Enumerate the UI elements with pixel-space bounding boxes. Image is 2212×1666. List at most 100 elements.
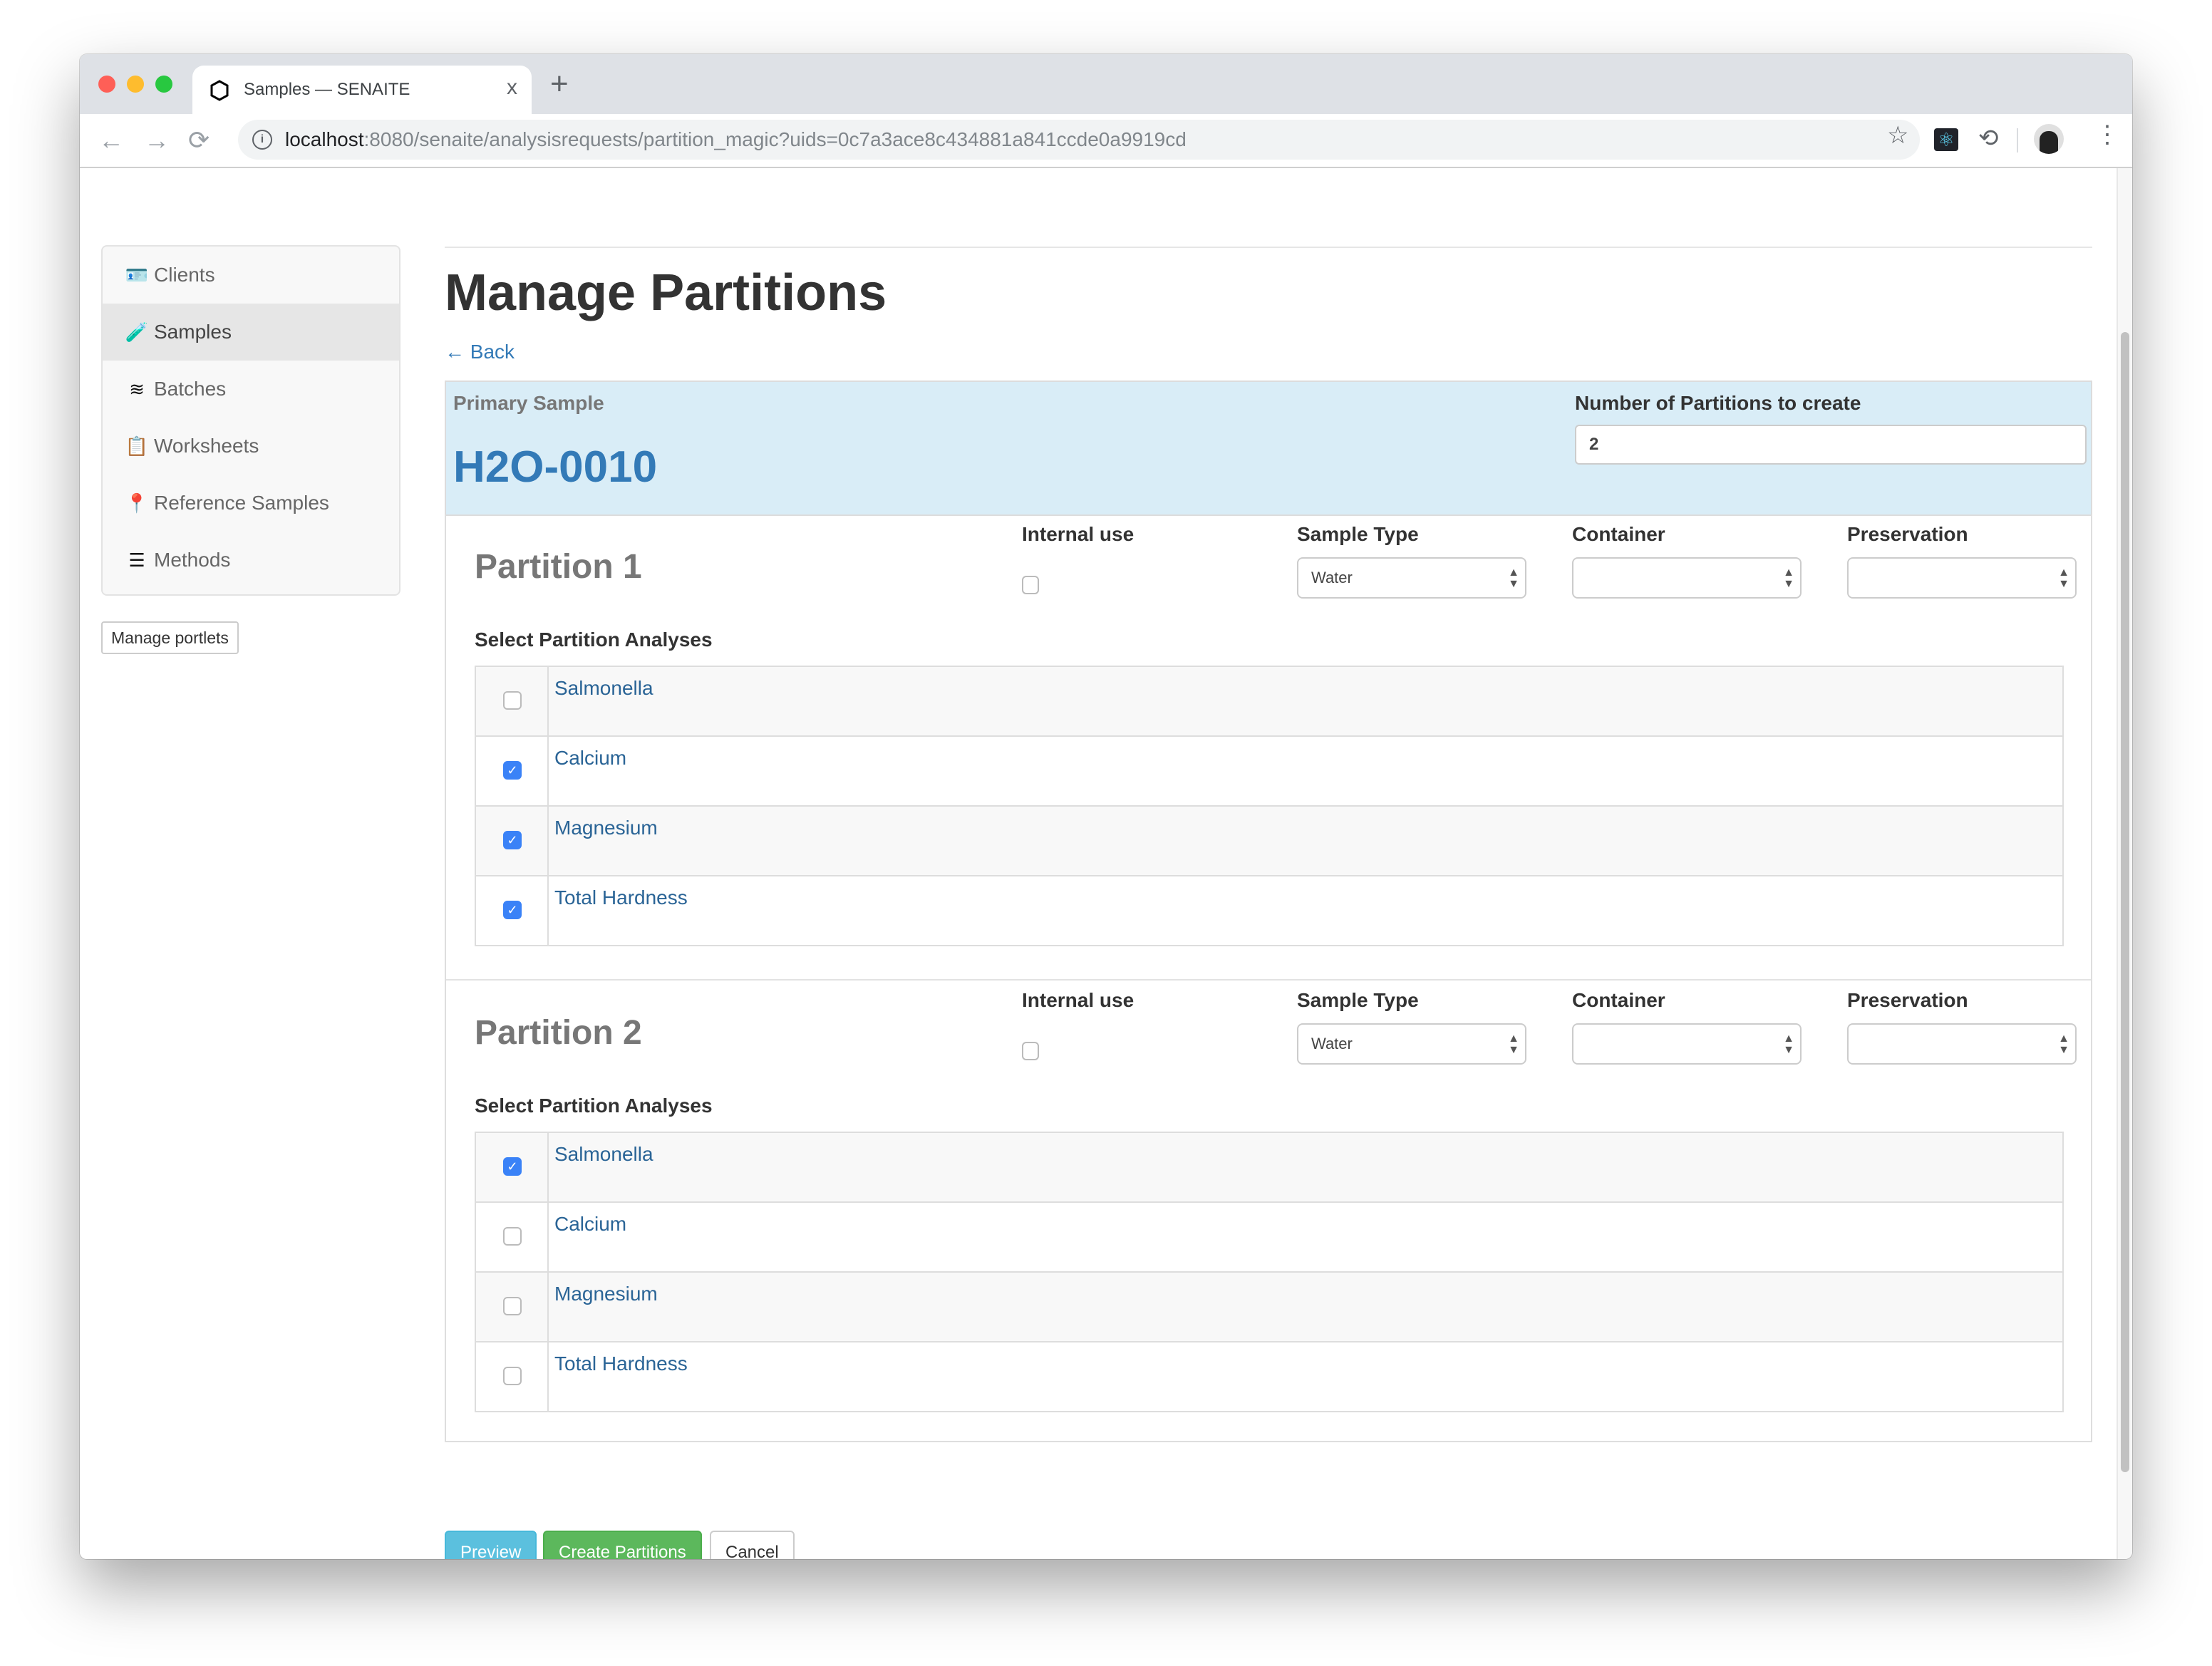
sidebar-item-worksheets[interactable]: 📋 Worksheets — [103, 418, 399, 475]
preservation-select[interactable]: ▲ ▼ — [1847, 1023, 2077, 1065]
internal-use-label: Internal use — [1022, 523, 1135, 545]
bookmark-star-icon[interactable]: ☆ — [1887, 121, 1908, 150]
analysis-row: Calcium — [476, 1203, 2062, 1273]
url-path: :8080/senaite/analysisrequests/partition… — [363, 128, 1187, 150]
analysis-name-link[interactable]: Total Hardness — [554, 1352, 688, 1375]
preview-button[interactable]: Preview — [445, 1531, 537, 1559]
profile-avatar[interactable] — [2034, 124, 2064, 154]
internal-use-checkbox[interactable] — [1022, 1042, 1039, 1060]
tab-title: Samples — SENAITE — [244, 80, 410, 99]
new-tab-button[interactable]: + — [550, 68, 569, 100]
cancel-button[interactable]: Cancel — [710, 1531, 795, 1559]
senaite-logo-icon — [210, 80, 229, 101]
select-arrows-icon: ▲ ▼ — [1783, 1033, 1794, 1056]
sidebar-item-label: Samples — [154, 321, 232, 343]
sidebar-item-methods[interactable]: ☰ Methods — [103, 532, 399, 589]
analysis-name-link[interactable]: Salmonella — [554, 1143, 653, 1166]
preservation-label: Preservation — [1847, 989, 1968, 1011]
maximize-window-button[interactable] — [155, 76, 172, 93]
select-arrows-icon: ▲ ▼ — [2058, 1033, 2069, 1056]
sidebar-item-label: Batches — [154, 378, 227, 400]
select-arrows-icon: ▲ ▼ — [1783, 566, 1794, 590]
analysis-checkbox[interactable]: ✓ — [503, 761, 522, 780]
partition-1: Partition 1 Internal use Sample Type Wat… — [446, 514, 2091, 978]
analysis-checkbox[interactable] — [503, 691, 522, 710]
sample-type-select[interactable]: Water ▲ ▼ — [1297, 557, 1526, 599]
num-partitions-input[interactable]: 2 — [1575, 425, 2087, 465]
analysis-checkbox[interactable]: ✓ — [503, 831, 522, 849]
select-analyses-label: Select Partition Analyses — [475, 628, 713, 651]
analysis-row: ✓ Total Hardness — [476, 876, 2062, 945]
sync-extension-icon[interactable]: ⟲ — [1978, 124, 1999, 152]
analysis-checkbox[interactable]: ✓ — [503, 1157, 522, 1176]
analysis-name-link[interactable]: Calcium — [554, 747, 626, 770]
back-link[interactable]: ← Back — [445, 341, 515, 363]
reload-icon[interactable]: ⟳ — [188, 125, 210, 155]
preservation-select[interactable]: ▲ ▼ — [1847, 557, 2077, 599]
sidebar-item-reference-samples[interactable]: 📍 Reference Samples — [103, 475, 399, 532]
sample-type-select[interactable]: Water ▲ ▼ — [1297, 1023, 1526, 1065]
site-info-icon[interactable]: i — [252, 130, 272, 150]
num-partitions-label: Number of Partitions to create — [1575, 392, 1861, 414]
analysis-name-link[interactable]: Salmonella — [554, 677, 653, 700]
analysis-row: ✓ Salmonella — [476, 1133, 2062, 1203]
browser-menu-icon[interactable]: ⋮ — [2095, 123, 2119, 147]
minimize-window-button[interactable] — [127, 76, 144, 93]
create-partitions-button[interactable]: Create Partitions — [543, 1531, 702, 1559]
preservation-label: Preservation — [1847, 523, 1968, 545]
analysis-row: Total Hardness — [476, 1342, 2062, 1411]
analysis-row: Magnesium — [476, 1273, 2062, 1342]
page-scrollbar[interactable] — [2117, 168, 2132, 1559]
partitions-container: Partition 1 Internal use Sample Type Wat… — [445, 514, 2092, 1442]
primary-sample-label: Primary Sample — [453, 392, 604, 414]
analysis-row: ✓ Calcium — [476, 737, 2062, 807]
analysis-name-link[interactable]: Magnesium — [554, 817, 658, 839]
analysis-name-link[interactable]: Calcium — [554, 1213, 626, 1236]
sidebar-item-label: Clients — [154, 264, 215, 286]
sidebar-nav: 🪪 Clients 🧪 Samples ≋ Batches 📋 Workshee… — [101, 245, 400, 596]
layers-icon: ≋ — [129, 378, 145, 400]
browser-tab[interactable]: Samples — SENAITE x — [192, 66, 532, 114]
toolbar-divider — [2017, 128, 2018, 152]
primary-sample-link[interactable]: H2O-0010 — [453, 442, 657, 492]
sidebar-item-samples[interactable]: 🧪 Samples — [103, 304, 399, 361]
container-select[interactable]: ▲ ▼ — [1572, 557, 1802, 599]
sample-type-label: Sample Type — [1297, 523, 1419, 545]
analysis-checkbox[interactable]: ✓ — [503, 901, 522, 919]
sidebar-item-label: Worksheets — [154, 435, 259, 457]
back-nav-icon[interactable]: ← — [98, 125, 124, 155]
page-title: Manage Partitions — [445, 264, 887, 321]
internal-use-label: Internal use — [1022, 989, 1135, 1011]
sidebar-item-batches[interactable]: ≋ Batches — [103, 361, 399, 418]
close-tab-icon[interactable]: x — [507, 76, 517, 100]
sample-type-value: Water — [1311, 1035, 1353, 1052]
scrollbar-thumb[interactable] — [2121, 332, 2129, 1472]
analysis-name-link[interactable]: Total Hardness — [554, 886, 688, 909]
browser-toolbar: ← → ⟳ i localhost:8080/senaite/analysisr… — [80, 114, 2132, 168]
test-tube-icon: 🧪 — [125, 321, 149, 343]
select-arrows-icon: ▲ ▼ — [1508, 566, 1519, 590]
close-window-button[interactable] — [98, 76, 115, 93]
primary-sample-panel: Primary Sample H2O-0010 Number of Partit… — [445, 381, 2092, 516]
sidebar-item-label: Methods — [154, 549, 231, 571]
analysis-checkbox[interactable] — [503, 1297, 522, 1315]
clipboard-clock-icon: 📋 — [125, 435, 149, 457]
id-card-icon: 🪪 — [125, 264, 149, 286]
partition-title: Partition 2 — [475, 1014, 642, 1052]
address-bar[interactable]: i localhost:8080/senaite/analysisrequest… — [238, 120, 1920, 160]
sample-type-label: Sample Type — [1297, 989, 1419, 1011]
forward-nav-icon[interactable]: → — [144, 125, 170, 155]
react-devtools-extension-icon[interactable]: ⚛ — [1934, 128, 1958, 151]
manage-portlets-button[interactable]: Manage portlets — [101, 621, 239, 654]
container-label: Container — [1572, 523, 1665, 545]
analyses-table: ✓ Salmonella Calcium Magnesium Total Hard… — [475, 1132, 2064, 1412]
analysis-name-link[interactable]: Magnesium — [554, 1283, 658, 1305]
analysis-checkbox[interactable] — [503, 1367, 522, 1385]
internal-use-checkbox[interactable] — [1022, 576, 1039, 594]
container-select[interactable]: ▲ ▼ — [1572, 1023, 1802, 1065]
page-content: 🪪 Clients 🧪 Samples ≋ Batches 📋 Workshee… — [80, 168, 2118, 1559]
analysis-checkbox[interactable] — [503, 1227, 522, 1246]
url-text[interactable]: localhost:8080/senaite/analysisrequests/… — [285, 128, 1187, 151]
sidebar-item-clients[interactable]: 🪪 Clients — [103, 247, 399, 304]
tab-bar: Samples — SENAITE x + — [80, 54, 2132, 114]
